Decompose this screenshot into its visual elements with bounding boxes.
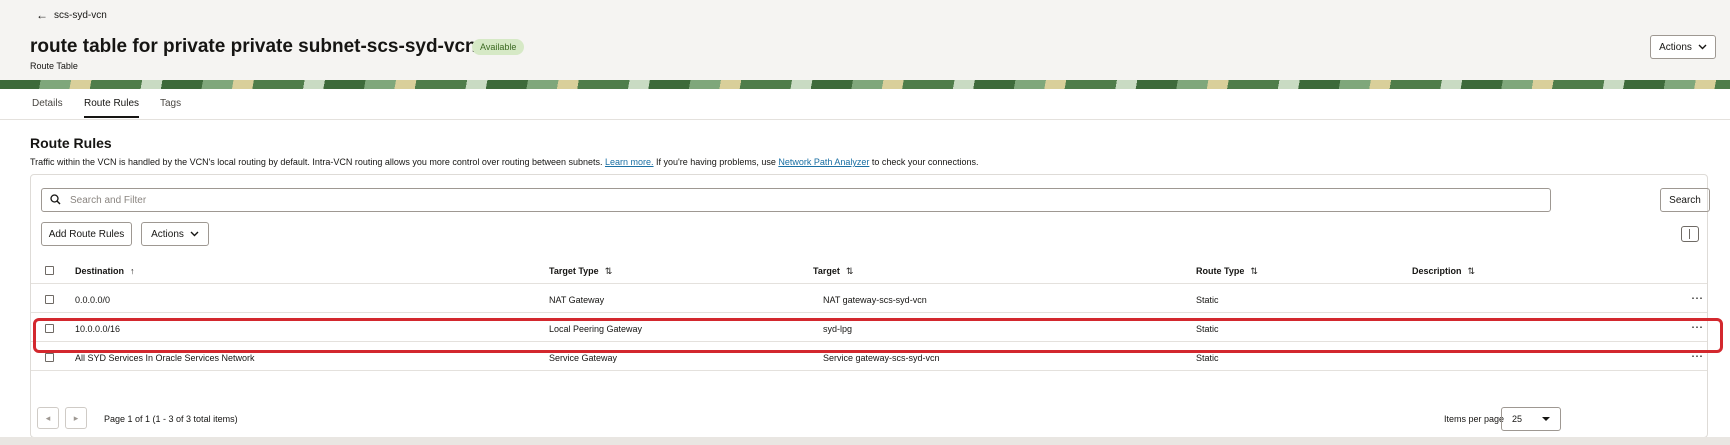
status-badge: Available	[472, 39, 525, 55]
search-button[interactable]: Search	[1660, 188, 1710, 212]
header-actions-label: Actions	[1659, 41, 1692, 53]
table-actions-label: Actions	[151, 228, 184, 240]
tab-bar: Details Route Rules Tags	[0, 89, 1730, 120]
table-row[interactable]: 0.0.0.0/0 NAT Gateway NAT gateway-scs-sy…	[31, 287, 1707, 313]
cell-destination: All SYD Services In Oracle Services Netw…	[75, 353, 255, 363]
col-destination-label: Destination	[75, 266, 125, 276]
caret-down-icon	[1542, 417, 1550, 421]
sort-icon: ⇅	[604, 266, 613, 276]
col-target-label: Target	[813, 266, 840, 276]
main-content: Route Rules Traffic within the VCN is ha…	[0, 120, 1730, 445]
chevron-down-icon	[1698, 44, 1707, 50]
row-checkbox[interactable]	[45, 324, 54, 333]
cell-target-type: Service Gateway	[549, 353, 618, 363]
page-info: Page 1 of 1 (1 - 3 of 3 total items)	[104, 414, 238, 424]
row-checkbox[interactable]	[45, 295, 54, 304]
arrow-left-icon: ←	[36, 8, 48, 22]
desc-text-1: Traffic within the VCN is handled by the…	[30, 157, 606, 167]
section-description: Traffic within the VCN is handled by the…	[30, 157, 978, 167]
cell-target-type: Local Peering Gateway	[549, 324, 643, 334]
select-all-checkbox[interactable]	[45, 266, 54, 275]
chevron-left-icon: ◂	[45, 412, 51, 423]
network-path-analyzer-link[interactable]: Network Path Analyzer	[778, 157, 869, 167]
add-route-rules-button[interactable]: Add Route Rules	[41, 222, 132, 246]
cell-target-type: NAT Gateway	[549, 295, 605, 305]
tab-details[interactable]: Details	[32, 98, 63, 116]
cell-route-type: Static	[1196, 324, 1219, 334]
cell-route-type: Static	[1196, 353, 1219, 363]
tab-route-rules[interactable]: Route Rules	[84, 98, 140, 118]
prev-page-button[interactable]: ◂	[37, 407, 59, 429]
items-per-page-value: 25	[1512, 414, 1523, 424]
page-header: ← scs-syd-vcn route table for private pr…	[0, 0, 1730, 84]
table-header-row: Destination ↑ Target Type ⇅ Target ⇅ Route …	[31, 258, 1707, 284]
more-actions-icon[interactable]: ⋯	[1691, 291, 1704, 305]
col-description[interactable]: Description ⇅	[1412, 266, 1475, 277]
table-row[interactable]: 10.0.0.0/16 Local Peering Gateway syd-lp…	[31, 316, 1707, 342]
page-title: route table for private private subnet-s…	[30, 36, 477, 57]
section-title: Route Rules	[30, 135, 112, 151]
column-toggle-icon[interactable]	[1681, 226, 1699, 242]
table-row[interactable]: All SYD Services In Oracle Services Netw…	[31, 345, 1707, 371]
search-icon	[50, 194, 61, 205]
learn-more-link[interactable]: Learn more.	[605, 157, 654, 167]
items-per-page-select[interactable]: 25	[1501, 407, 1561, 431]
sort-icon: ⇅	[845, 266, 854, 276]
col-destination[interactable]: Destination ↑	[75, 266, 135, 276]
desc-text-2: If you're having problems, use	[653, 157, 779, 167]
next-page-button[interactable]: ▸	[65, 407, 87, 429]
footer-strip	[0, 437, 1730, 445]
col-route-type[interactable]: Route Type ⇅	[1196, 266, 1258, 277]
back-link[interactable]: ← scs-syd-vcn	[36, 9, 107, 21]
cell-route-type: Static	[1196, 295, 1219, 305]
table-actions-button[interactable]: Actions	[141, 222, 209, 246]
col-description-label: Description	[1412, 266, 1462, 276]
cell-target: syd-lpg	[823, 324, 853, 334]
cell-target: NAT gateway-scs-syd-vcn	[823, 295, 927, 305]
cell-destination: 10.0.0.0/16	[75, 324, 121, 334]
header-actions-button[interactable]: Actions	[1650, 35, 1716, 59]
col-target[interactable]: Target ⇅	[813, 266, 853, 277]
route-rules-card: Search Add Route Rules Actions Destinati…	[30, 174, 1710, 438]
cell-destination: 0.0.0.0/0	[75, 295, 111, 305]
tab-tags[interactable]: Tags	[160, 98, 181, 116]
page-subtitle: Route Table	[30, 61, 78, 71]
more-actions-icon[interactable]: ⋯	[1691, 349, 1704, 363]
sort-icon: ⇅	[1250, 266, 1258, 276]
cell-target: Service gateway-scs-syd-vcn	[823, 353, 940, 363]
sort-icon: ⇅	[1467, 266, 1476, 276]
desc-text-3: to check your connections.	[869, 157, 979, 167]
col-target-type[interactable]: Target Type ⇅	[549, 266, 612, 277]
sort-icon: ↑	[130, 266, 135, 276]
col-route-type-label: Route Type	[1196, 266, 1245, 276]
search-field[interactable]	[41, 188, 1551, 212]
header-banner	[0, 80, 1730, 89]
col-target-type-label: Target Type	[549, 266, 599, 276]
chevron-right-icon: ▸	[73, 412, 79, 423]
chevron-down-icon	[190, 231, 199, 237]
row-checkbox[interactable]	[45, 353, 54, 362]
items-per-page-label: Items per page	[1444, 414, 1505, 424]
search-input[interactable]	[68, 193, 1532, 207]
more-actions-icon[interactable]: ⋯	[1691, 320, 1704, 334]
back-link-label: scs-syd-vcn	[54, 9, 107, 21]
